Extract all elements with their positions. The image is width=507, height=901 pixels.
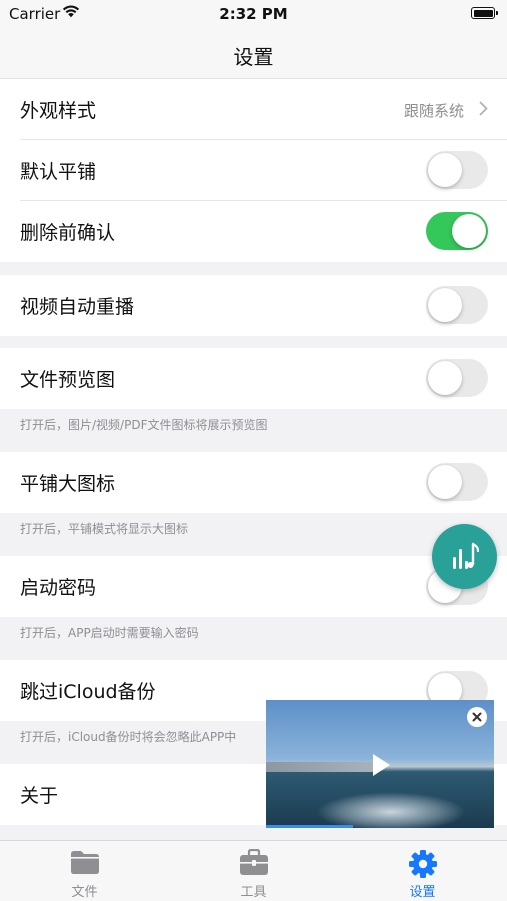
folder-icon xyxy=(71,851,99,874)
file-preview-row: 文件预览图 xyxy=(0,348,507,409)
default-tile-row: 默认平铺 xyxy=(0,140,507,201)
tab-label: 设置 xyxy=(409,885,436,900)
chevron-right-icon xyxy=(479,101,488,116)
large-tile-icons-row: 平铺大图标 xyxy=(0,452,507,513)
appearance-value: 跟随系统 xyxy=(403,102,464,120)
toggle-knob xyxy=(428,465,462,499)
toggle-knob xyxy=(428,153,462,187)
toolbox-icon xyxy=(240,849,268,875)
page-title: 设置 xyxy=(233,45,274,69)
tab-settings[interactable]: 设置 xyxy=(338,841,507,901)
about-label: 关于 xyxy=(20,785,59,807)
skip-icloud-footnote: 打开后，iCloud备份时将会忽略此APP中 xyxy=(20,730,237,744)
tab-label: 工具 xyxy=(240,885,267,900)
navigation-bar: 设置 xyxy=(0,30,507,79)
large-tile-icons-footnote: 打开后，平铺模式将显示大图标 xyxy=(20,522,189,536)
pip-progress-bar xyxy=(266,825,353,828)
large-tile-icons-label: 平铺大图标 xyxy=(20,473,116,495)
confirm-delete-row: 删除前确认 xyxy=(0,201,507,262)
gear-icon xyxy=(409,850,437,878)
toggle-knob xyxy=(428,361,462,395)
clock: 2:32 PM xyxy=(219,5,288,23)
appearance-label: 外观样式 xyxy=(20,100,97,122)
tab-bar: 文件 工具 设置 xyxy=(0,840,507,901)
play-icon[interactable] xyxy=(370,752,392,778)
floating-audio-button[interactable] xyxy=(432,524,497,589)
status-bar: Carrier 2:32 PM xyxy=(0,0,507,30)
close-icon xyxy=(472,712,482,722)
appearance-row[interactable]: 外观样式 跟随系统 xyxy=(0,79,507,140)
video-autoreplay-row: 视频自动重播 xyxy=(0,275,507,336)
video-autoreplay-label: 视频自动重播 xyxy=(20,296,135,318)
tab-label: 文件 xyxy=(71,885,98,900)
large-tile-icons-toggle[interactable] xyxy=(426,463,488,501)
tab-tools[interactable]: 工具 xyxy=(169,841,338,901)
toggle-knob xyxy=(428,288,462,322)
confirm-delete-label: 删除前确认 xyxy=(20,222,116,244)
default-tile-toggle[interactable] xyxy=(426,151,488,189)
file-preview-toggle[interactable] xyxy=(426,359,488,397)
launch-passcode-footnote: 打开后，APP启动时需要输入密码 xyxy=(20,626,199,640)
video-frame-wake xyxy=(316,792,466,828)
toggle-knob xyxy=(452,214,486,248)
launch-passcode-label: 启动密码 xyxy=(20,577,97,599)
file-preview-label: 文件预览图 xyxy=(20,369,116,391)
video-autoreplay-toggle[interactable] xyxy=(426,286,488,324)
tab-files[interactable]: 文件 xyxy=(0,841,169,901)
default-tile-label: 默认平铺 xyxy=(20,161,97,183)
battery-icon xyxy=(471,7,498,19)
video-pip-player[interactable] xyxy=(266,700,494,828)
confirm-delete-toggle[interactable] xyxy=(426,212,488,250)
launch-passcode-row: 启动密码 xyxy=(0,556,507,617)
pip-close-button[interactable] xyxy=(467,707,487,727)
music-waveform-icon xyxy=(453,542,480,569)
skip-icloud-label: 跳过iCloud备份 xyxy=(20,681,156,703)
video-frame-skyline xyxy=(266,762,376,772)
file-preview-footnote: 打开后，图片/视频/PDF文件图标将展示预览图 xyxy=(20,418,268,432)
